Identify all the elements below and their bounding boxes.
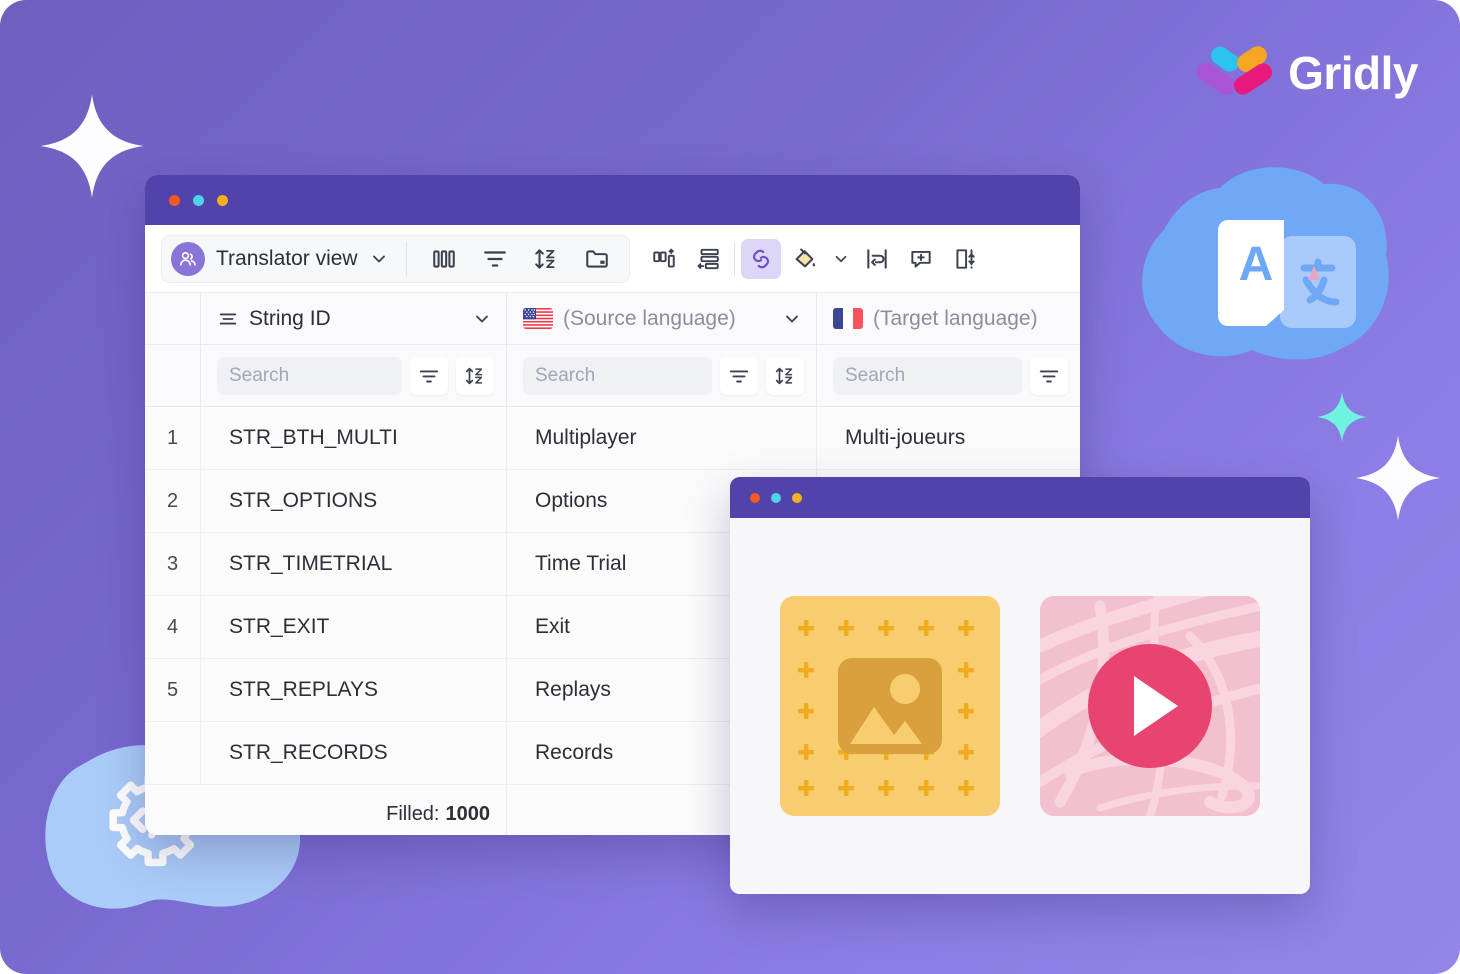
folder-icon[interactable] — [577, 239, 617, 279]
cell-string-id[interactable]: STR_BTH_MULTI — [201, 407, 507, 469]
translate-cloud-blob: A — [1142, 167, 1389, 360]
filled-summary: Filled: 1000 — [145, 785, 507, 835]
window-minimize-button[interactable] — [193, 194, 204, 206]
cell-string-id[interactable]: STR_OPTIONS — [201, 470, 507, 532]
paint-bucket-icon[interactable] — [785, 239, 825, 279]
resize-record-icon[interactable] — [945, 239, 985, 279]
columns-icon[interactable] — [424, 239, 464, 279]
filter-icon[interactable] — [410, 356, 448, 395]
cell-target[interactable]: Multi-joueurs — [817, 407, 1080, 469]
svg-text:A: A — [1239, 238, 1274, 291]
media-window-titlebar — [730, 477, 1310, 518]
people-avatar-icon — [171, 241, 205, 276]
cell-source[interactable]: Multiplayer — [507, 407, 817, 469]
chevron-down-icon[interactable] — [472, 309, 492, 329]
text-lines-icon — [219, 313, 237, 324]
row-number — [145, 722, 201, 784]
grid-search-row: Search Search Search — [145, 345, 1080, 407]
view-selector[interactable]: Translator view — [161, 234, 630, 283]
media-body — [730, 518, 1310, 894]
grid-toolbar: Translator view — [145, 225, 1080, 293]
sort-az-icon[interactable] — [526, 239, 566, 279]
sparkle-icon — [1355, 435, 1441, 521]
search-input[interactable]: Search — [523, 356, 712, 395]
row-number: 2 — [145, 470, 201, 532]
cell-string-id[interactable]: STR_TIMETRIAL — [201, 533, 507, 595]
row-number: 5 — [145, 659, 201, 721]
cell-string-id[interactable]: STR_RECORDS — [201, 722, 507, 784]
sort-az-icon[interactable] — [766, 356, 804, 395]
search-cell-string-id: Search — [201, 345, 507, 406]
sort-az-icon[interactable] — [456, 356, 494, 395]
row-number: 1 — [145, 407, 201, 469]
cell-string-id[interactable]: STR_REPLAYS — [201, 659, 507, 721]
row-number-search-cell — [145, 345, 201, 406]
sparkle-icon — [40, 94, 144, 198]
page-canvas: Gridly A Translator view String ID (Sour… — [0, 0, 1460, 974]
video-asset-tile[interactable] — [1040, 596, 1260, 816]
grid-window-titlebar — [145, 175, 1080, 225]
filter-icon[interactable] — [475, 239, 515, 279]
table-row[interactable]: 1 STR_BTH_MULTI Multiplayer Multi-joueur… — [145, 407, 1080, 470]
row-height-icon[interactable] — [688, 239, 728, 279]
wrap-text-icon[interactable] — [857, 239, 897, 279]
media-window — [730, 477, 1310, 894]
flag-us-icon — [523, 308, 553, 329]
search-input[interactable]: Search — [833, 356, 1022, 395]
translate-back-card — [1280, 236, 1356, 328]
row-number-header — [145, 293, 201, 344]
search-cell-source-language: Search — [507, 345, 817, 406]
column-title: (Source language) — [563, 306, 736, 330]
grid-column-headers: String ID (Source language) (Target lang… — [145, 293, 1080, 345]
row-number: 4 — [145, 596, 201, 658]
filled-label: Filled: — [386, 802, 440, 825]
chevron-down-icon[interactable] — [369, 249, 389, 269]
view-name-label: Translator view — [216, 246, 358, 270]
image-asset-tile[interactable] — [780, 596, 1000, 816]
window-maximize-button[interactable] — [217, 194, 228, 206]
filled-value: 1000 — [445, 802, 491, 825]
chevron-down-icon[interactable] — [782, 309, 802, 329]
toolbar-divider — [405, 241, 407, 276]
search-input[interactable]: Search — [217, 356, 402, 395]
window-maximize-button[interactable] — [792, 492, 802, 503]
window-close-button[interactable] — [750, 492, 760, 503]
window-close-button[interactable] — [169, 194, 180, 206]
group-columns-icon[interactable] — [644, 239, 684, 279]
column-title: String ID — [249, 306, 331, 330]
window-minimize-button[interactable] — [771, 492, 781, 503]
gridly-mark-icon — [1196, 46, 1273, 96]
gridly-logo: Gridly — [1192, 44, 1418, 102]
column-title: (Target language) — [873, 306, 1038, 330]
cell-string-id[interactable]: STR_EXIT — [201, 596, 507, 658]
image-placeholder-icon — [798, 620, 974, 796]
flag-fr-icon — [833, 308, 863, 329]
toolbar-divider — [733, 241, 735, 276]
column-header-source-language[interactable]: (Source language) — [507, 293, 817, 344]
row-number: 3 — [145, 533, 201, 595]
play-button-icon — [1040, 596, 1260, 816]
filter-icon[interactable] — [1030, 356, 1068, 395]
gridly-wordmark: Gridly — [1288, 47, 1418, 99]
filter-icon[interactable] — [720, 356, 758, 395]
paint-bucket-dropdown-icon[interactable] — [829, 239, 853, 279]
add-comment-icon[interactable] — [901, 239, 941, 279]
column-header-target-language[interactable]: (Target language) — [817, 293, 1080, 344]
dependency-link-icon[interactable] — [740, 238, 781, 279]
column-header-string-id[interactable]: String ID — [201, 293, 507, 344]
search-cell-target-language: Search — [817, 345, 1080, 406]
